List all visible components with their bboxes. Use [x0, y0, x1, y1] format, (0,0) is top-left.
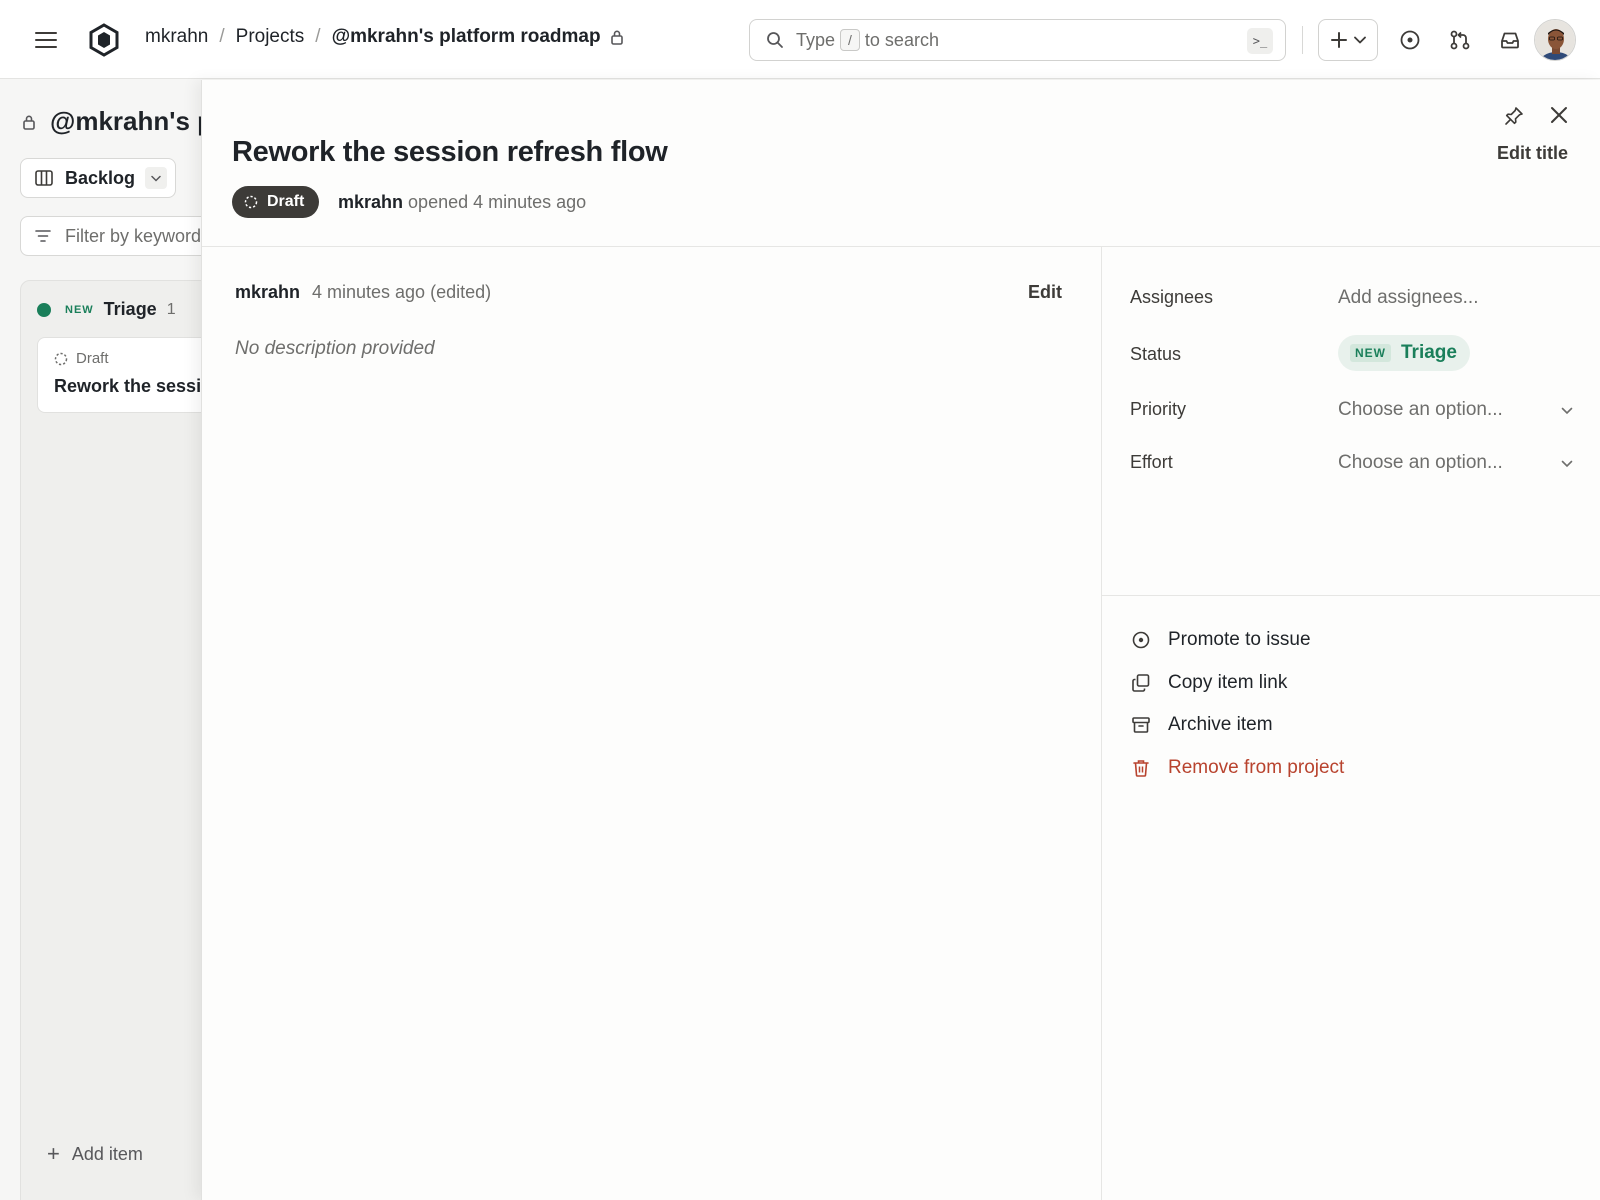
status-label: Status: [1130, 344, 1182, 364]
chevron-down-icon[interactable]: [145, 167, 168, 189]
search-shortcut-key: /: [840, 29, 860, 51]
archive-label: Archive item: [1168, 714, 1273, 735]
column-header: NEW Triage 1: [37, 299, 176, 320]
card-state: Draft: [54, 350, 109, 367]
filter-icon: [35, 229, 51, 243]
copy-icon: [1130, 672, 1152, 694]
column-name: Triage: [103, 299, 157, 319]
board-title-text: @mkrahn's platform roadmap: [50, 106, 202, 136]
search-placeholder-suffix: to search: [864, 29, 939, 50]
status-value: Triage: [1401, 342, 1457, 363]
edit-title-button[interactable]: Edit title: [1497, 143, 1568, 164]
sidebar-divider: [1102, 595, 1600, 596]
filter-input[interactable]: Filter by keyword or by field: [20, 216, 202, 256]
breadcrumb-user[interactable]: mkrahn: [145, 26, 208, 48]
opened-by[interactable]: mkrahn: [338, 192, 403, 212]
project-board: @mkrahn's platform roadmap Backlog Filte…: [0, 80, 202, 1200]
close-icon[interactable]: [1544, 100, 1574, 130]
trash-icon: [1130, 757, 1152, 779]
status-badge[interactable]: NEW Triage: [1338, 335, 1470, 371]
board-column-triage: NEW Triage 1 Draft Rework the session re…: [20, 280, 202, 1200]
new-tag: NEW: [65, 303, 94, 316]
breadcrumb-project[interactable]: @mkrahn's platform roadmap: [332, 26, 601, 48]
breadcrumb-projects[interactable]: Projects: [236, 26, 305, 48]
effort-label: Effort: [1130, 452, 1173, 472]
effort-select[interactable]: Choose an option...: [1338, 452, 1503, 474]
priority-label: Priority: [1130, 399, 1187, 419]
header-divider: [1302, 26, 1303, 54]
search-input[interactable]: Type / to search >_: [749, 19, 1286, 61]
create-new-button[interactable]: [1318, 19, 1378, 61]
promote-label: Promote to issue: [1168, 629, 1311, 650]
item-title: Rework the session refresh flow: [232, 136, 668, 168]
board-view-icon: [35, 170, 53, 186]
top-header: mkrahn / Projects / @mkrahn's platform r…: [0, 0, 1600, 79]
issue-icon: [1130, 629, 1152, 651]
lock-icon: [23, 115, 35, 130]
board-card[interactable]: Draft Rework the session refresh flow: [37, 337, 202, 413]
chevron-down-icon[interactable]: [1557, 401, 1577, 421]
comment-timestamp: 4 minutes ago (edited): [312, 282, 492, 302]
priority-select[interactable]: Choose an option...: [1338, 399, 1503, 421]
add-item-button[interactable]: + Add item: [47, 1141, 143, 1167]
remove-label: Remove from project: [1168, 757, 1345, 778]
issue-icon[interactable]: [1394, 24, 1426, 56]
opened-meta: mkrahn opened 4 minutes ago: [338, 192, 586, 213]
edit-description-button[interactable]: Edit: [1028, 282, 1062, 303]
breadcrumb: mkrahn / Projects / @mkrahn's platform r…: [145, 26, 624, 48]
status-dot: [37, 302, 51, 317]
opened-text: opened 4 minutes ago: [408, 192, 587, 212]
search-placeholder-prefix: Type: [796, 29, 836, 50]
avatar[interactable]: [1534, 19, 1576, 61]
draft-icon: [244, 195, 258, 209]
copy-link-label: Copy item link: [1168, 672, 1288, 693]
plus-icon: [1330, 31, 1348, 49]
inbox-icon[interactable]: [1494, 24, 1526, 56]
card-title: Rework the session refresh flow: [54, 376, 202, 396]
lock-icon: [610, 29, 624, 45]
menu-icon[interactable]: [30, 24, 62, 56]
chevron-down-icon[interactable]: [1557, 454, 1577, 474]
draft-icon: [54, 352, 68, 365]
pull-request-icon[interactable]: [1444, 24, 1476, 56]
copy-item-link-button[interactable]: Copy item link: [1130, 672, 1287, 694]
breadcrumb-separator: /: [219, 26, 225, 47]
draft-state-label: Draft: [267, 193, 305, 210]
draft-state-badge: Draft: [232, 186, 320, 218]
view-tab-backlog[interactable]: Backlog: [20, 158, 176, 198]
logo-icon[interactable]: [86, 22, 122, 58]
command-palette-button[interactable]: >_: [1247, 28, 1273, 54]
plus-icon: +: [47, 1141, 60, 1166]
assignees-field[interactable]: Add assignees...: [1338, 287, 1478, 309]
card-state-label: Draft: [76, 350, 109, 367]
item-detail-panel: Rework the session refresh flow Edit tit…: [201, 80, 1600, 1200]
remove-from-project-button[interactable]: Remove from project: [1130, 757, 1344, 779]
column-count: 1: [166, 300, 176, 318]
board-title: @mkrahn's platform roadmap: [22, 106, 202, 137]
item-sidebar: Assignees Add assignees... Status NEW Tr…: [1101, 247, 1600, 1200]
filter-placeholder: Filter by keyword or by field: [65, 225, 202, 246]
comment-author[interactable]: mkrahn: [235, 282, 300, 303]
chevron-down-icon: [1354, 36, 1366, 44]
assignees-label: Assignees: [1130, 287, 1214, 307]
search-icon: [766, 31, 784, 49]
archive-item-button[interactable]: Archive item: [1130, 714, 1273, 736]
description-body: No description provided: [235, 338, 435, 359]
pin-icon[interactable]: [1500, 102, 1528, 130]
status-new-tag: NEW: [1350, 344, 1391, 362]
breadcrumb-separator: /: [315, 26, 321, 47]
add-item-label: Add item: [71, 1143, 143, 1164]
view-tab-label: Backlog: [65, 167, 136, 188]
archive-icon: [1130, 714, 1152, 736]
promote-to-issue-button[interactable]: Promote to issue: [1130, 629, 1311, 651]
